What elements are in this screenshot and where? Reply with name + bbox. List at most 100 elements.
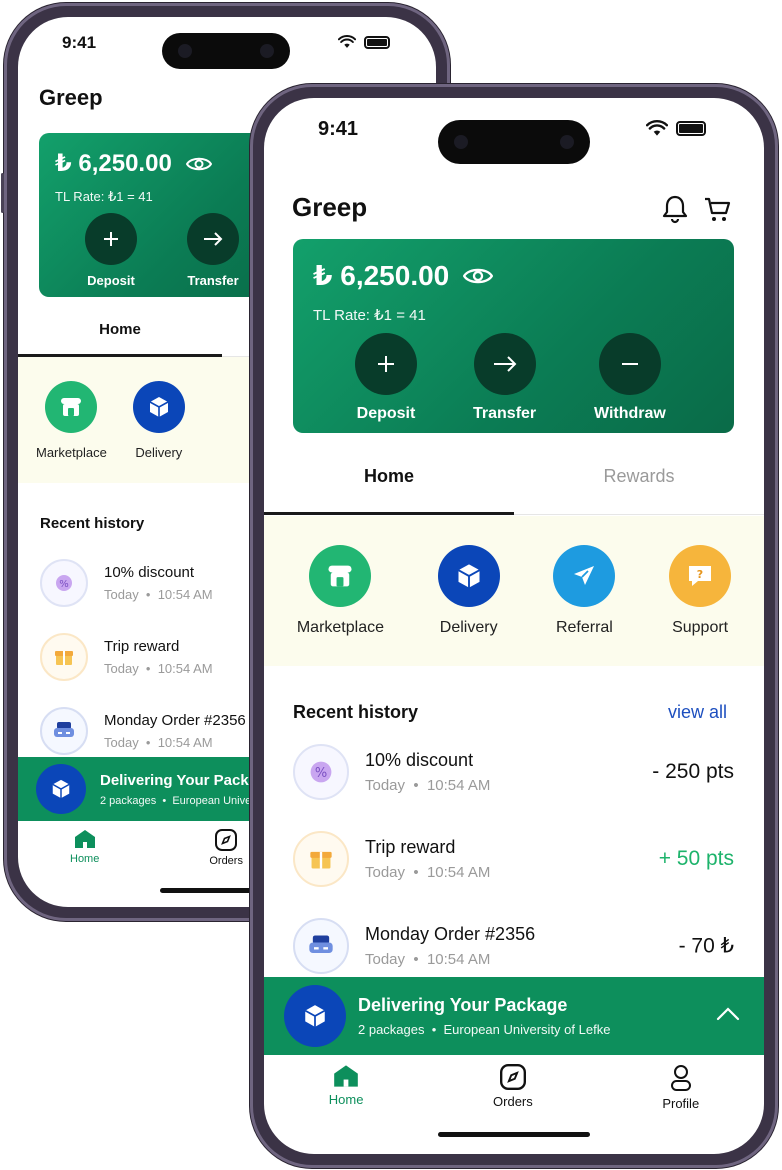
nav-home[interactable]: Home (328, 1064, 364, 1107)
nav-orders[interactable]: Orders (209, 829, 243, 867)
history-title: Trip reward (104, 638, 180, 655)
wallet-amount: ₺ 6,250.00 (313, 259, 494, 292)
discount-badge-icon: % (56, 575, 72, 591)
status-icons (338, 35, 390, 49)
brand-title: Greep (292, 192, 368, 222)
eye-icon[interactable] (185, 155, 212, 173)
deposit-label: Deposit (87, 273, 135, 288)
chevron-up-icon[interactable] (716, 1007, 740, 1021)
service-delivery-label: Delivery (135, 444, 183, 460)
compass-icon (215, 829, 238, 851)
dynamic-island (162, 33, 290, 69)
wallet-amount-text: ₺ 6,250.00 (55, 150, 172, 177)
delivery-banner[interactable]: Delivering Your Package 2 packages • Euro… (264, 977, 764, 1055)
status-icons (646, 120, 706, 137)
history-date: Today (365, 951, 406, 968)
home-icon (74, 830, 95, 848)
battery-icon (676, 121, 706, 136)
history-amount: - 250 pts (652, 760, 734, 783)
service-delivery[interactable]: Delivery (132, 380, 185, 460)
box-icon (457, 564, 480, 588)
transfer-button[interactable]: Transfer (187, 213, 239, 288)
service-marketplace-label: Marketplace (296, 619, 384, 636)
history-date: Today (104, 735, 139, 750)
nav-home-label: Home (328, 1092, 364, 1107)
nav-profile-label: Profile (662, 1096, 700, 1111)
box-icon (149, 396, 169, 417)
box-icon (52, 779, 70, 799)
service-delivery-label: Delivery (439, 619, 498, 636)
history-time: 10:54 AM (157, 661, 213, 676)
deposit-label: Deposit (356, 405, 416, 422)
history-date: Today (104, 587, 139, 602)
status-time: 9:41 (62, 33, 97, 52)
profile-icon (670, 1065, 691, 1091)
battery-icon (364, 35, 390, 49)
mockup-stage: 9:41 Greep ₺ 6,250.00 TL Rate: ₺1 = 41 D… (0, 0, 782, 1170)
view-all-link[interactable]: view all (668, 702, 727, 723)
compass-icon (499, 1064, 526, 1090)
tl-rate: TL Rate: ₺1 = 41 (55, 189, 153, 204)
nav-orders-label: Orders (493, 1094, 533, 1109)
tab-home[interactable]: Home (264, 458, 514, 515)
nav-home-label: Home (70, 853, 100, 865)
gift-icon (55, 651, 73, 665)
brand-title: Greep (39, 85, 103, 110)
history-date: Today (365, 864, 406, 881)
gift-icon (310, 851, 332, 869)
wallet-amount: ₺ 6,250.00 (55, 149, 212, 178)
history-time: 10:54 AM (426, 864, 491, 881)
recent-history-title: Recent history (40, 515, 145, 532)
discount-badge-icon: % (310, 761, 332, 783)
service-support[interactable]: ? Support (669, 545, 732, 637)
transfer-label: Transfer (473, 405, 537, 422)
nav-orders[interactable]: Orders (493, 1064, 533, 1109)
bell-icon[interactable] (662, 194, 688, 224)
service-marketplace[interactable]: Marketplace (297, 545, 384, 637)
paper-plane-icon (574, 566, 595, 585)
delivery-packages: 2 packages (100, 794, 157, 807)
deposit-button[interactable]: Deposit (85, 213, 137, 288)
history-date: Today (104, 661, 139, 676)
services-row: Marketplace Delivery (18, 357, 250, 483)
svg-text:%: % (315, 766, 327, 781)
history-time: 10:54 AM (426, 777, 491, 794)
history-time: 10:54 AM (157, 587, 213, 602)
wallet-card: ₺ 6,250.00 TL Rate: ₺1 = 41 Deposit Tran… (293, 239, 734, 433)
wallet-amount-text: ₺ 6,250.00 (313, 260, 450, 291)
history-item[interactable]: % 10% discount Today • 10:54 AM - 250 pts (293, 744, 734, 800)
storefront-icon (328, 565, 352, 587)
withdraw-label: Withdraw (594, 405, 666, 422)
home-icon (334, 1065, 358, 1087)
withdraw-button[interactable]: Withdraw (594, 333, 666, 423)
bottom-nav: Home Orders Profile (264, 1064, 764, 1124)
eye-icon[interactable] (463, 265, 494, 287)
service-marketplace[interactable]: Marketplace (36, 380, 107, 460)
service-referral[interactable]: Referral (553, 545, 616, 637)
service-delivery[interactable]: Delivery (437, 545, 500, 637)
tab-home[interactable]: Home (18, 315, 222, 357)
history-amount: + 50 pts (658, 847, 734, 870)
service-referral-label: Referral (555, 619, 613, 636)
dynamic-island (438, 120, 590, 164)
history-item[interactable]: Trip reward Today • 10:54 AM + 50 pts (293, 831, 734, 887)
tab-rewards[interactable]: Rewards (514, 458, 764, 514)
box-icon (304, 1005, 326, 1027)
minus-icon (621, 363, 638, 365)
transfer-button[interactable]: Transfer (473, 333, 536, 423)
history-date: Today (365, 777, 406, 794)
wifi-icon (338, 35, 356, 48)
deposit-button[interactable]: Deposit (355, 333, 417, 423)
nav-home[interactable]: Home (70, 829, 99, 865)
services-row: Marketplace Delivery Referral ? Support (264, 516, 764, 666)
history-amount: - 70 ₺ (678, 934, 734, 958)
nav-profile[interactable]: Profile (662, 1064, 699, 1111)
recent-history-title: Recent history (293, 702, 419, 722)
history-item[interactable]: Monday Order #2356 Today • 10:54 AM - 70 … (293, 918, 734, 974)
cart-icon[interactable] (704, 196, 732, 224)
front-screen: 9:41 Greep ₺ 6,250.00 TL Rate: ₺1 = 41 D… (264, 98, 764, 1154)
home-indicator (438, 1132, 590, 1137)
plus-icon (378, 356, 394, 372)
history-title: Monday Order #2356 (365, 924, 536, 944)
wifi-icon (646, 120, 668, 136)
